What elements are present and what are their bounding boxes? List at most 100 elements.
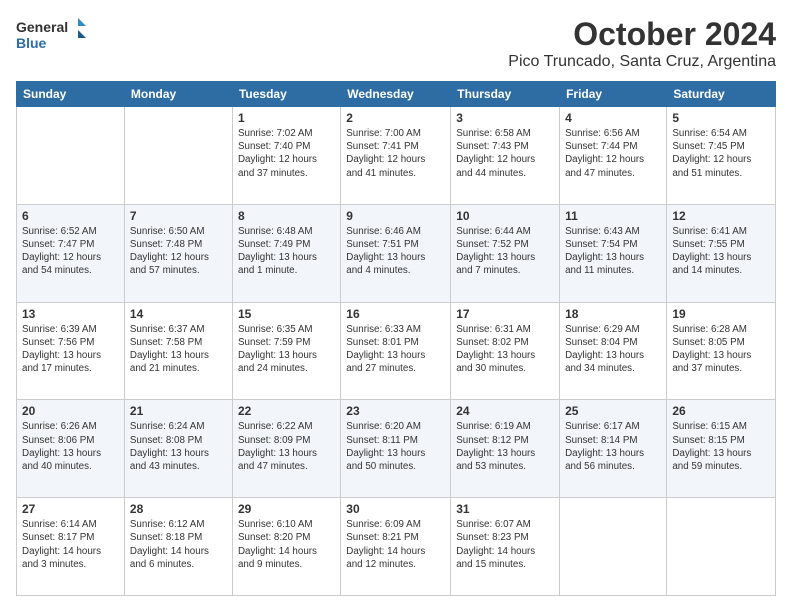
svg-text:General: General bbox=[16, 19, 68, 35]
day-number: 2 bbox=[346, 111, 445, 125]
header: General Blue October 2024 Pico Truncado,… bbox=[16, 16, 776, 71]
calendar-cell: 3Sunrise: 6:58 AMSunset: 7:43 PMDaylight… bbox=[451, 107, 560, 205]
day-info: Sunrise: 6:37 AMSunset: 7:58 PMDaylight:… bbox=[130, 323, 227, 376]
day-number: 30 bbox=[346, 502, 445, 516]
day-number: 5 bbox=[672, 111, 770, 125]
day-number: 7 bbox=[130, 209, 227, 223]
calendar-cell: 13Sunrise: 6:39 AMSunset: 7:56 PMDayligh… bbox=[17, 302, 125, 400]
calendar-cell: 24Sunrise: 6:19 AMSunset: 8:12 PMDayligh… bbox=[451, 400, 560, 498]
calendar-cell: 21 Sunrise: 6:24 AMSunset: 8:08 PMDayligh… bbox=[124, 400, 232, 498]
main-title: October 2024 bbox=[508, 16, 776, 53]
day-number: 25 bbox=[565, 404, 661, 418]
col-monday: Monday bbox=[124, 82, 232, 107]
col-wednesday: Wednesday bbox=[341, 82, 451, 107]
col-tuesday: Tuesday bbox=[232, 82, 340, 107]
day-info: Sunrise: 6:15 AMSunset: 8:15 PMDaylight:… bbox=[672, 420, 770, 473]
calendar-cell: 30 Sunrise: 6:09 AMSunset: 8:21 PMDayligh… bbox=[341, 498, 451, 596]
day-number: 4 bbox=[565, 111, 661, 125]
calendar-cell: 23 Sunrise: 6:20 AMSunset: 8:11 PMDayligh… bbox=[341, 400, 451, 498]
day-info: Sunrise: 7:02 AMSunset: 7:40 PMDaylight:… bbox=[238, 127, 335, 180]
calendar-cell: 22 Sunrise: 6:22 AMSunset: 8:09 PMDayligh… bbox=[232, 400, 340, 498]
calendar-cell: 20 Sunrise: 6:26 AMSunset: 8:06 PMDayligh… bbox=[17, 400, 125, 498]
day-info: Sunrise: 7:00 AMSunset: 7:41 PMDaylight:… bbox=[346, 127, 445, 180]
day-number: 11 bbox=[565, 209, 661, 223]
day-number: 18 bbox=[565, 307, 661, 321]
day-info: Sunrise: 6:14 AMSunset: 8:17 PMDaylight:… bbox=[22, 518, 119, 571]
day-info: Sunrise: 6:24 AMSunset: 8:08 PMDaylight:… bbox=[130, 420, 227, 473]
col-friday: Friday bbox=[560, 82, 667, 107]
day-number: 24 bbox=[456, 404, 554, 418]
calendar-cell: 12 Sunrise: 6:41 AMSunset: 7:55 PMDayligh… bbox=[667, 204, 776, 302]
day-info: Sunrise: 6:20 AMSunset: 8:11 PMDaylight:… bbox=[346, 420, 445, 473]
calendar-cell: 1 Sunrise: 7:02 AMSunset: 7:40 PMDaylight… bbox=[232, 107, 340, 205]
day-number: 10 bbox=[456, 209, 554, 223]
calendar-week-row: 27Sunrise: 6:14 AMSunset: 8:17 PMDayligh… bbox=[17, 498, 776, 596]
day-number: 9 bbox=[346, 209, 445, 223]
day-number: 8 bbox=[238, 209, 335, 223]
day-info: Sunrise: 6:50 AMSunset: 7:48 PMDaylight:… bbox=[130, 225, 227, 278]
day-info: Sunrise: 6:48 AMSunset: 7:49 PMDaylight:… bbox=[238, 225, 335, 278]
day-number: 3 bbox=[456, 111, 554, 125]
calendar-header-row: Sunday Monday Tuesday Wednesday Thursday… bbox=[17, 82, 776, 107]
day-info: Sunrise: 6:07 AMSunset: 8:23 PMDaylight:… bbox=[456, 518, 554, 571]
calendar-cell bbox=[124, 107, 232, 205]
day-info: Sunrise: 6:56 AMSunset: 7:44 PMDaylight:… bbox=[565, 127, 661, 180]
calendar-cell: 29 Sunrise: 6:10 AMSunset: 8:20 PMDayligh… bbox=[232, 498, 340, 596]
calendar-cell: 19Sunrise: 6:28 AMSunset: 8:05 PMDayligh… bbox=[667, 302, 776, 400]
day-number: 14 bbox=[130, 307, 227, 321]
day-number: 23 bbox=[346, 404, 445, 418]
col-sunday: Sunday bbox=[17, 82, 125, 107]
calendar-cell bbox=[667, 498, 776, 596]
day-info: Sunrise: 6:09 AMSunset: 8:21 PMDaylight:… bbox=[346, 518, 445, 571]
day-info: Sunrise: 6:29 AMSunset: 8:04 PMDaylight:… bbox=[565, 323, 661, 376]
day-number: 12 bbox=[672, 209, 770, 223]
calendar-cell: 28 Sunrise: 6:12 AMSunset: 8:18 PMDayligh… bbox=[124, 498, 232, 596]
day-info: Sunrise: 6:10 AMSunset: 8:20 PMDaylight:… bbox=[238, 518, 335, 571]
subtitle: Pico Truncado, Santa Cruz, Argentina bbox=[508, 53, 776, 71]
calendar-cell: 11 Sunrise: 6:43 AMSunset: 7:54 PMDayligh… bbox=[560, 204, 667, 302]
calendar-table: Sunday Monday Tuesday Wednesday Thursday… bbox=[16, 81, 776, 596]
calendar-cell: 31Sunrise: 6:07 AMSunset: 8:23 PMDayligh… bbox=[451, 498, 560, 596]
day-info: Sunrise: 6:17 AMSunset: 8:14 PMDaylight:… bbox=[565, 420, 661, 473]
day-info: Sunrise: 6:35 AMSunset: 7:59 PMDaylight:… bbox=[238, 323, 335, 376]
logo-svg: General Blue bbox=[16, 16, 86, 52]
day-info: Sunrise: 6:46 AMSunset: 7:51 PMDaylight:… bbox=[346, 225, 445, 278]
day-number: 6 bbox=[22, 209, 119, 223]
calendar-cell: 6 Sunrise: 6:52 AMSunset: 7:47 PMDaylight… bbox=[17, 204, 125, 302]
day-info: Sunrise: 6:12 AMSunset: 8:18 PMDaylight:… bbox=[130, 518, 227, 571]
day-info: Sunrise: 6:28 AMSunset: 8:05 PMDaylight:… bbox=[672, 323, 770, 376]
day-info: Sunrise: 6:26 AMSunset: 8:06 PMDaylight:… bbox=[22, 420, 119, 473]
day-number: 29 bbox=[238, 502, 335, 516]
day-info: Sunrise: 6:44 AMSunset: 7:52 PMDaylight:… bbox=[456, 225, 554, 278]
day-number: 13 bbox=[22, 307, 119, 321]
day-number: 20 bbox=[22, 404, 119, 418]
logo: General Blue bbox=[16, 16, 86, 52]
day-info: Sunrise: 6:43 AMSunset: 7:54 PMDaylight:… bbox=[565, 225, 661, 278]
day-number: 26 bbox=[672, 404, 770, 418]
calendar-cell: 8 Sunrise: 6:48 AMSunset: 7:49 PMDaylight… bbox=[232, 204, 340, 302]
day-number: 16 bbox=[346, 307, 445, 321]
calendar-week-row: 20 Sunrise: 6:26 AMSunset: 8:06 PMDayligh… bbox=[17, 400, 776, 498]
calendar-cell: 25 Sunrise: 6:17 AMSunset: 8:14 PMDayligh… bbox=[560, 400, 667, 498]
col-thursday: Thursday bbox=[451, 82, 560, 107]
day-info: Sunrise: 6:31 AMSunset: 8:02 PMDaylight:… bbox=[456, 323, 554, 376]
calendar-cell: 27Sunrise: 6:14 AMSunset: 8:17 PMDayligh… bbox=[17, 498, 125, 596]
calendar-cell: 16Sunrise: 6:33 AMSunset: 8:01 PMDayligh… bbox=[341, 302, 451, 400]
day-number: 28 bbox=[130, 502, 227, 516]
calendar-week-row: 1 Sunrise: 7:02 AMSunset: 7:40 PMDaylight… bbox=[17, 107, 776, 205]
calendar-cell: 4 Sunrise: 6:56 AMSunset: 7:44 PMDaylight… bbox=[560, 107, 667, 205]
day-number: 21 bbox=[130, 404, 227, 418]
calendar-cell: 10 Sunrise: 6:44 AMSunset: 7:52 PMDayligh… bbox=[451, 204, 560, 302]
calendar-cell: 17Sunrise: 6:31 AMSunset: 8:02 PMDayligh… bbox=[451, 302, 560, 400]
page: General Blue October 2024 Pico Truncado,… bbox=[0, 0, 792, 612]
calendar-cell: 14 Sunrise: 6:37 AMSunset: 7:58 PMDayligh… bbox=[124, 302, 232, 400]
day-info: Sunrise: 6:22 AMSunset: 8:09 PMDaylight:… bbox=[238, 420, 335, 473]
calendar-cell: 15Sunrise: 6:35 AMSunset: 7:59 PMDayligh… bbox=[232, 302, 340, 400]
svg-text:Blue: Blue bbox=[16, 35, 47, 51]
day-info: Sunrise: 6:52 AMSunset: 7:47 PMDaylight:… bbox=[22, 225, 119, 278]
calendar-cell: 7 Sunrise: 6:50 AMSunset: 7:48 PMDaylight… bbox=[124, 204, 232, 302]
title-block: October 2024 Pico Truncado, Santa Cruz, … bbox=[508, 16, 776, 71]
day-number: 1 bbox=[238, 111, 335, 125]
day-info: Sunrise: 6:41 AMSunset: 7:55 PMDaylight:… bbox=[672, 225, 770, 278]
day-number: 22 bbox=[238, 404, 335, 418]
